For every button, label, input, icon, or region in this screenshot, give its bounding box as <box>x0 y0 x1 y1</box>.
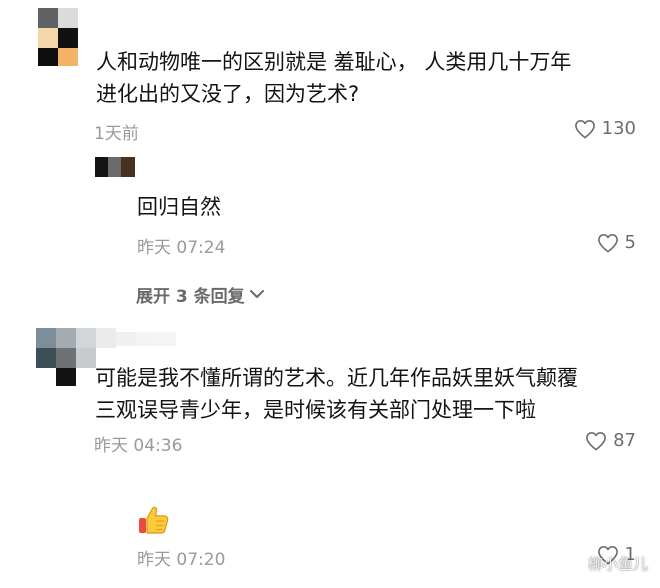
expand-replies-label: 展开 3 条回复 <box>136 287 245 307</box>
like-button[interactable]: 130 <box>574 118 636 139</box>
reply-avatar[interactable] <box>95 157 135 177</box>
reply-text: 回归自然 <box>137 195 221 219</box>
reply-time: 昨天 07:20 <box>137 550 226 570</box>
like-count: 5 <box>624 232 636 253</box>
comment-text: 人和动物唯一的区别就是 羞耻心， 人类用几十万年 进化出的又没了，因为艺术? <box>96 46 571 110</box>
heart-outline-icon <box>574 119 596 139</box>
comment-text-line: 可能是我不懂所谓的艺术。近几年作品妖里妖气颠覆 <box>95 366 578 390</box>
like-count: 87 <box>613 430 636 451</box>
comment-time: 昨天 04:36 <box>94 436 183 456</box>
comment-text-line: 进化出的又没了，因为艺术? <box>96 82 360 106</box>
comment-text-line: 三观误导青少年，是时候该有关部门处理一下啦 <box>95 398 536 422</box>
heart-outline-icon <box>597 233 619 253</box>
reply-avatar-hidden <box>96 478 132 498</box>
thumbs-up-emoji <box>137 504 171 536</box>
heart-outline-icon <box>585 431 607 451</box>
avatar[interactable] <box>38 8 80 66</box>
comment-time: 1天前 <box>94 124 139 144</box>
reply-time: 昨天 07:24 <box>137 238 226 258</box>
expand-replies-button[interactable]: 展开 3 条回复 <box>136 282 265 307</box>
watermark: 柳小鱼儿 <box>587 555 648 573</box>
chevron-down-icon <box>249 285 265 305</box>
comment-text: 可能是我不懂所谓的艺术。近几年作品妖里妖气颠覆 三观误导青少年，是时候该有关部门… <box>95 362 578 426</box>
like-count: 130 <box>601 118 636 139</box>
like-button[interactable]: 87 <box>585 430 636 451</box>
comment-text-line: 人和动物唯一的区别就是 羞耻心， 人类用几十万年 <box>96 50 572 74</box>
reply-like-button[interactable]: 5 <box>597 232 636 253</box>
